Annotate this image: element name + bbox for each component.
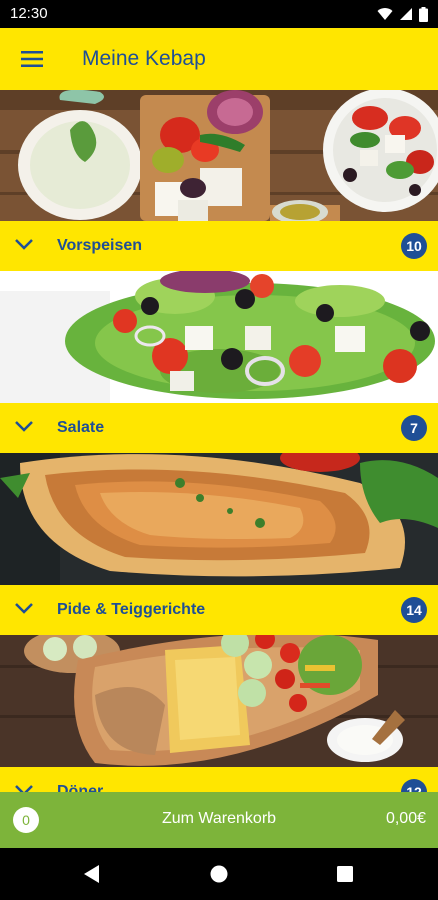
category-count-badge: 14 [401, 597, 427, 623]
category-count-badge: 12 [401, 779, 427, 792]
chevron-down-icon [15, 785, 33, 792]
chevron-down-icon [15, 421, 33, 432]
wifi-icon [377, 7, 393, 21]
app-title: Meine Kebap [82, 47, 206, 70]
category-list[interactable]: Vorspeisen 10 Salate 7 Pide & Teiggerich… [0, 90, 438, 792]
back-icon[interactable] [78, 860, 106, 888]
category-count-badge: 10 [401, 233, 427, 259]
recents-icon[interactable] [331, 860, 359, 888]
category-label: Vorspeisen [57, 237, 143, 254]
status-icons [377, 6, 428, 22]
chevron-down-icon [15, 239, 33, 250]
category-vorspeisen[interactable]: Vorspeisen 10 [0, 221, 438, 271]
cart-total: 0,00€ [385, 810, 426, 827]
vorspeisen-image[interactable] [0, 90, 438, 221]
doener-image[interactable] [0, 635, 438, 767]
category-label: Salate [57, 419, 105, 436]
home-icon[interactable] [205, 860, 233, 888]
status-time: 12:30 [10, 5, 48, 22]
category-doener[interactable]: Döner 12 [0, 767, 438, 792]
cart-button[interactable]: 0 Zum Warenkorb 0,00€ [0, 792, 438, 848]
app-bar: Meine Kebap [0, 28, 438, 90]
hamburger-menu-icon[interactable] [12, 41, 52, 77]
chevron-down-icon [15, 603, 33, 614]
category-count-badge: 7 [401, 415, 427, 441]
pide-image[interactable] [0, 453, 438, 585]
category-pide[interactable]: Pide & Teiggerichte 14 [0, 585, 438, 635]
system-nav-bar [0, 848, 438, 900]
signal-icon [399, 7, 413, 21]
battery-icon [419, 6, 428, 22]
category-label: Pide & Teiggerichte [57, 601, 206, 618]
category-salate[interactable]: Salate 7 [0, 403, 438, 453]
salate-image[interactable] [0, 271, 438, 403]
status-bar: 12:30 [0, 0, 438, 28]
cart-label: Zum Warenkorb [161, 810, 277, 827]
category-label: Döner [57, 783, 104, 792]
